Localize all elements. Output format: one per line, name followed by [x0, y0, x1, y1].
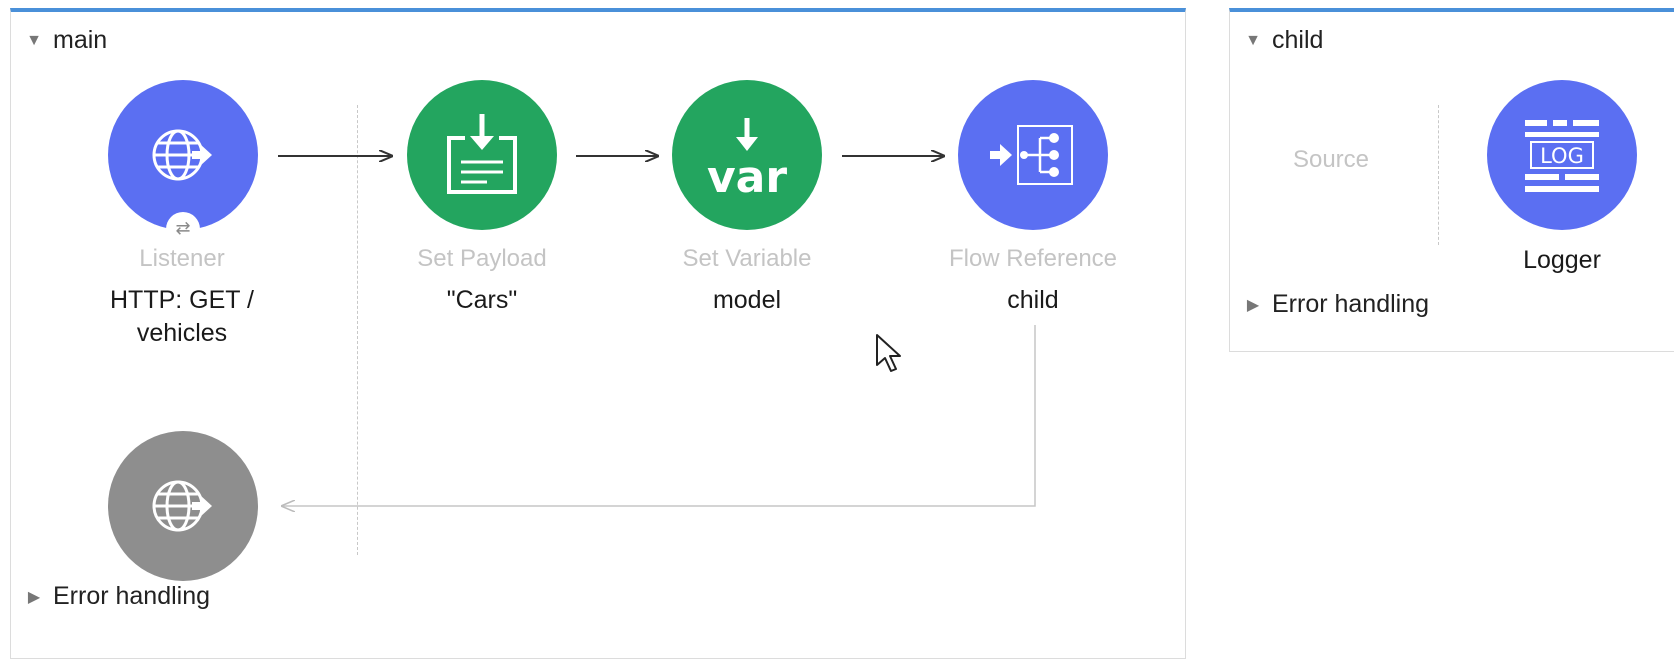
return-path-line: [282, 325, 1036, 506]
flow-reference-node[interactable]: [958, 80, 1108, 230]
listener-caption: Listener: [139, 245, 225, 272]
variable-icon-text: var: [707, 152, 787, 203]
set-payload-caption: Set Payload: [417, 245, 547, 272]
listener-node[interactable]: ⇄: [108, 80, 258, 246]
log-icon: LOG: [1525, 120, 1599, 192]
source-placeholder[interactable]: Source: [1211, 146, 1451, 174]
globe-arrow-icon: [152, 129, 212, 181]
flow-reference-caption: Flow Reference: [948, 245, 1118, 272]
set-variable-node[interactable]: var: [672, 80, 822, 230]
log-icon-text: LOG: [1540, 144, 1584, 168]
set-variable-value: model: [712, 286, 782, 314]
globe-arrow-icon: [152, 480, 212, 532]
set-variable-caption: Set Variable: [682, 245, 812, 272]
set-payload-value: "Cars": [446, 286, 518, 314]
mouse-cursor-icon: [876, 334, 901, 372]
flow-reference-value: child: [1007, 286, 1059, 314]
logger-node[interactable]: LOG: [1487, 80, 1637, 230]
flow-reference-icon: [990, 125, 1073, 185]
response-node[interactable]: [108, 431, 258, 581]
logger-value: Logger: [1523, 246, 1601, 274]
bidirectional-badge-icon: ⇄: [166, 212, 200, 246]
payload-icon: [447, 114, 517, 194]
variable-icon: var: [707, 118, 787, 203]
set-payload-node[interactable]: [407, 80, 557, 230]
listener-value: HTTP: GET / vehicles: [110, 286, 254, 347]
